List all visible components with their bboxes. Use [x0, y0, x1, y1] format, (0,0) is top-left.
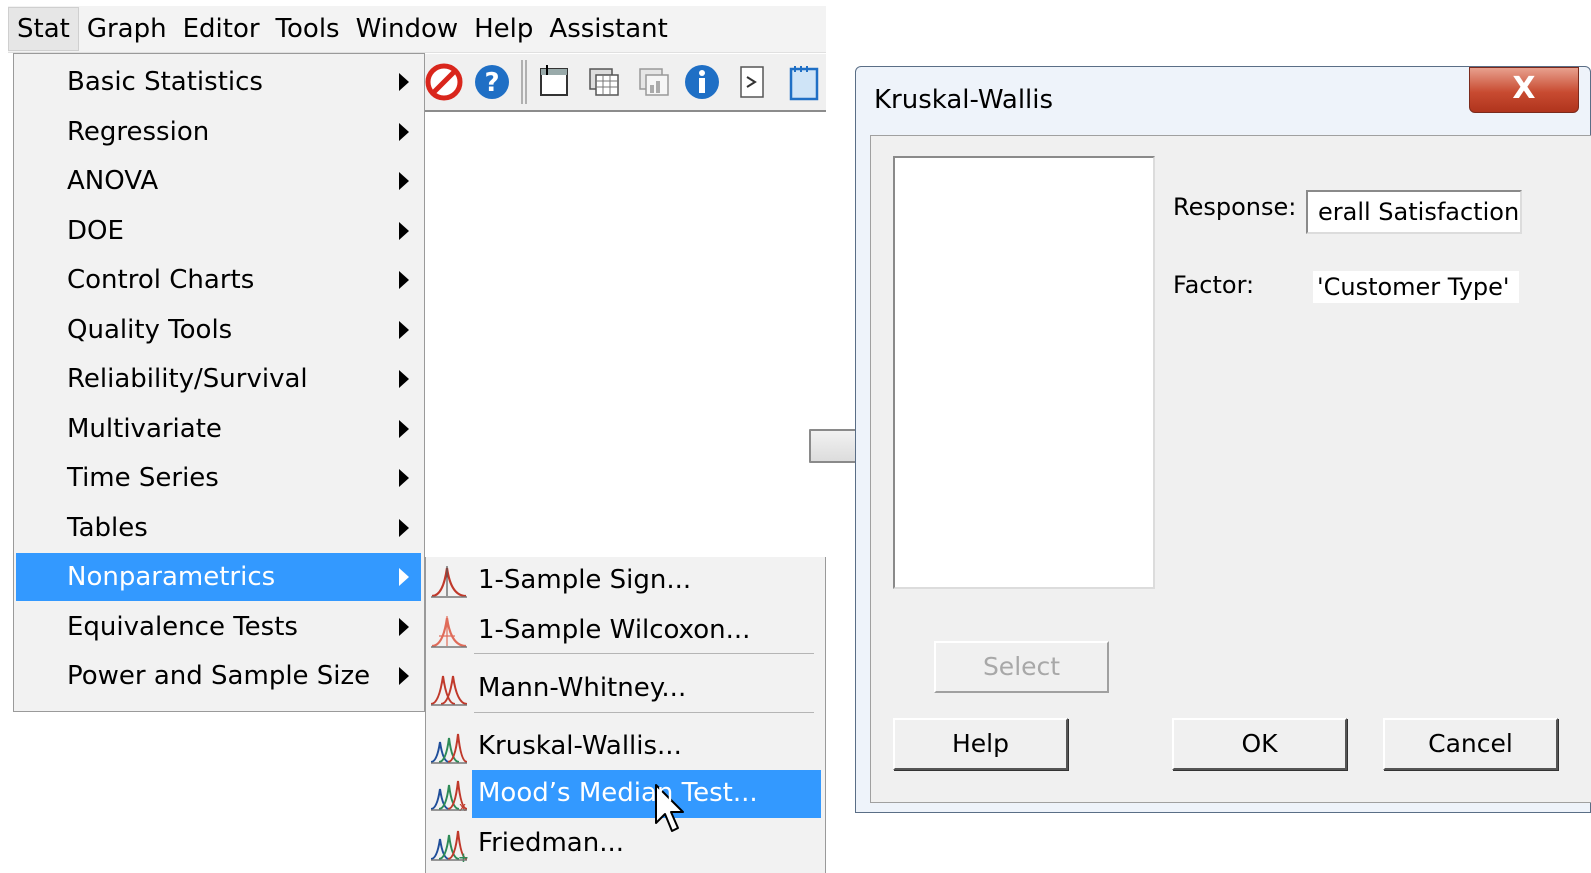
menu-item-equivalence-tests[interactable]: Equivalence Tests: [16, 603, 421, 651]
friedman-icon: +: [430, 830, 469, 863]
menu-item-multivariate[interactable]: Multivariate: [16, 405, 421, 453]
kruskal-wallis-dialog: Kruskal-Wallis X Response: erall Satisfa…: [855, 66, 1591, 813]
menu-item-label: Control Charts: [67, 265, 255, 295]
menu-separator: [474, 712, 814, 713]
close-button[interactable]: X: [1469, 67, 1579, 113]
submenu-item-kruskal-wallis[interactable]: Kruskal-Wallis...: [426, 723, 826, 771]
submenu-arrow-icon: [399, 370, 409, 388]
submenu-item-label: Mood’s Median Test...: [478, 778, 758, 808]
menu-item-label: Multivariate: [67, 414, 222, 444]
graph-window-icon[interactable]: [635, 63, 673, 101]
submenu-item-label: Kruskal-Wallis...: [478, 731, 682, 761]
moods-median-icon: x: [430, 780, 468, 813]
submenu-arrow-icon: [399, 73, 409, 91]
select-button[interactable]: Select: [934, 641, 1109, 693]
submenu-arrow-icon: [399, 568, 409, 586]
menu-item-quality-tools[interactable]: Quality Tools: [16, 306, 421, 354]
submenu-item-mann-whitney[interactable]: Mann-Whitney...: [426, 665, 826, 713]
toolbar: ?: [425, 54, 826, 112]
command-line-icon[interactable]: [733, 63, 771, 101]
menu-item-time-series[interactable]: Time Series: [16, 454, 421, 502]
submenu-arrow-icon: [399, 420, 409, 438]
submenu-arrow-icon: [399, 667, 409, 685]
menu-item-label: Power and Sample Size: [67, 661, 371, 691]
menu-separator: [474, 653, 814, 654]
menu-item-tables[interactable]: Tables: [16, 504, 421, 552]
response-input[interactable]: erall Satisfaction': [1306, 190, 1522, 234]
menu-assistant[interactable]: Assistant: [541, 6, 675, 52]
submenu-item-1-sample-sign[interactable]: 1-Sample Sign...: [426, 557, 826, 605]
svg-text:x: x: [459, 800, 466, 813]
menu-item-nonparametrics[interactable]: Nonparametrics: [16, 553, 421, 601]
menu-graph[interactable]: Graph: [79, 6, 175, 52]
dialog-body: Response: erall Satisfaction' Factor: 'C…: [870, 135, 1591, 803]
menu-item-power-sample-size[interactable]: Power and Sample Size: [16, 652, 421, 700]
stat-menu: Basic Statistics Regression ANOVA DOE Co…: [13, 53, 425, 712]
submenu-item-friedman[interactable]: + Friedman...: [426, 820, 826, 868]
menu-item-basic-statistics[interactable]: Basic Statistics: [16, 58, 421, 106]
help-icon[interactable]: ?: [473, 63, 511, 101]
new-worksheet-icon[interactable]: [535, 63, 573, 101]
menu-item-regression[interactable]: Regression: [16, 108, 421, 156]
submenu-item-label: 1-Sample Wilcoxon...: [478, 615, 751, 645]
factor-input[interactable]: 'Customer Type': [1313, 271, 1519, 303]
sign-test-icon: [431, 566, 467, 598]
submenu-arrow-icon: [399, 469, 409, 487]
variables-listbox[interactable]: [893, 156, 1155, 589]
menu-item-control-charts[interactable]: Control Charts: [16, 256, 421, 304]
menu-item-anova[interactable]: ANOVA: [16, 157, 421, 205]
submenu-arrow-icon: [399, 123, 409, 141]
mann-whitney-icon: [430, 675, 468, 706]
ok-button[interactable]: OK: [1172, 718, 1347, 770]
factor-label: Factor:: [1173, 271, 1255, 299]
cancel-button[interactable]: Cancel: [1383, 718, 1558, 770]
submenu-arrow-icon: [399, 519, 409, 537]
notepad-icon[interactable]: [783, 63, 821, 101]
menu-item-doe[interactable]: DOE: [16, 207, 421, 255]
menu-item-label: Equivalence Tests: [67, 612, 298, 642]
menu-editor[interactable]: Editor: [175, 6, 268, 52]
menu-item-label: Regression: [67, 117, 210, 147]
submenu-arrow-icon: [399, 321, 409, 339]
submenu-arrow-icon: [399, 172, 409, 190]
submenu-arrow-icon: [399, 222, 409, 240]
menu-help[interactable]: Help: [466, 6, 541, 52]
menu-bar: Stat Graph Editor Tools Window Help Assi…: [8, 6, 826, 53]
submenu-item-label: 1-Sample Sign...: [478, 565, 692, 595]
menu-window[interactable]: Window: [348, 6, 467, 52]
info-icon[interactable]: [683, 63, 721, 101]
submenu-item-label: Mann-Whitney...: [478, 673, 687, 703]
menu-item-label: Reliability/Survival: [67, 364, 308, 394]
cancel-icon[interactable]: [425, 63, 463, 101]
submenu-item-1-sample-wilcoxon[interactable]: 1-Sample Wilcoxon...: [426, 607, 826, 655]
submenu-item-label: Friedman...: [478, 828, 625, 858]
menu-item-label: Quality Tools: [67, 315, 233, 345]
response-label: Response:: [1173, 193, 1297, 221]
menu-item-label: Time Series: [67, 463, 219, 493]
wilcoxon-test-icon: [431, 616, 467, 648]
dialog-title: Kruskal-Wallis: [874, 85, 1054, 115]
menu-item-reliability-survival[interactable]: Reliability/Survival: [16, 355, 421, 403]
menu-item-label: ANOVA: [67, 166, 159, 196]
menu-stat[interactable]: Stat: [8, 7, 79, 51]
submenu-arrow-icon: [399, 618, 409, 636]
menu-item-label: Basic Statistics: [67, 67, 263, 97]
submenu-arrow-icon: [399, 271, 409, 289]
menu-item-label: Tables: [67, 513, 148, 543]
svg-text:+: +: [458, 851, 469, 863]
menu-tools[interactable]: Tools: [268, 6, 348, 52]
nonparametrics-submenu: 1-Sample Sign... 1-Sample Wilcoxon... Ma…: [425, 557, 826, 873]
submenu-item-moods-median-test[interactable]: x Mood’s Median Test...: [426, 770, 826, 818]
menu-item-label: Nonparametrics: [67, 562, 276, 592]
help-button[interactable]: Help: [893, 718, 1068, 770]
menu-item-label: DOE: [67, 216, 124, 246]
svg-text:?: ?: [484, 68, 499, 98]
table-icon[interactable]: [585, 63, 623, 101]
kruskal-wallis-icon: [430, 733, 468, 764]
